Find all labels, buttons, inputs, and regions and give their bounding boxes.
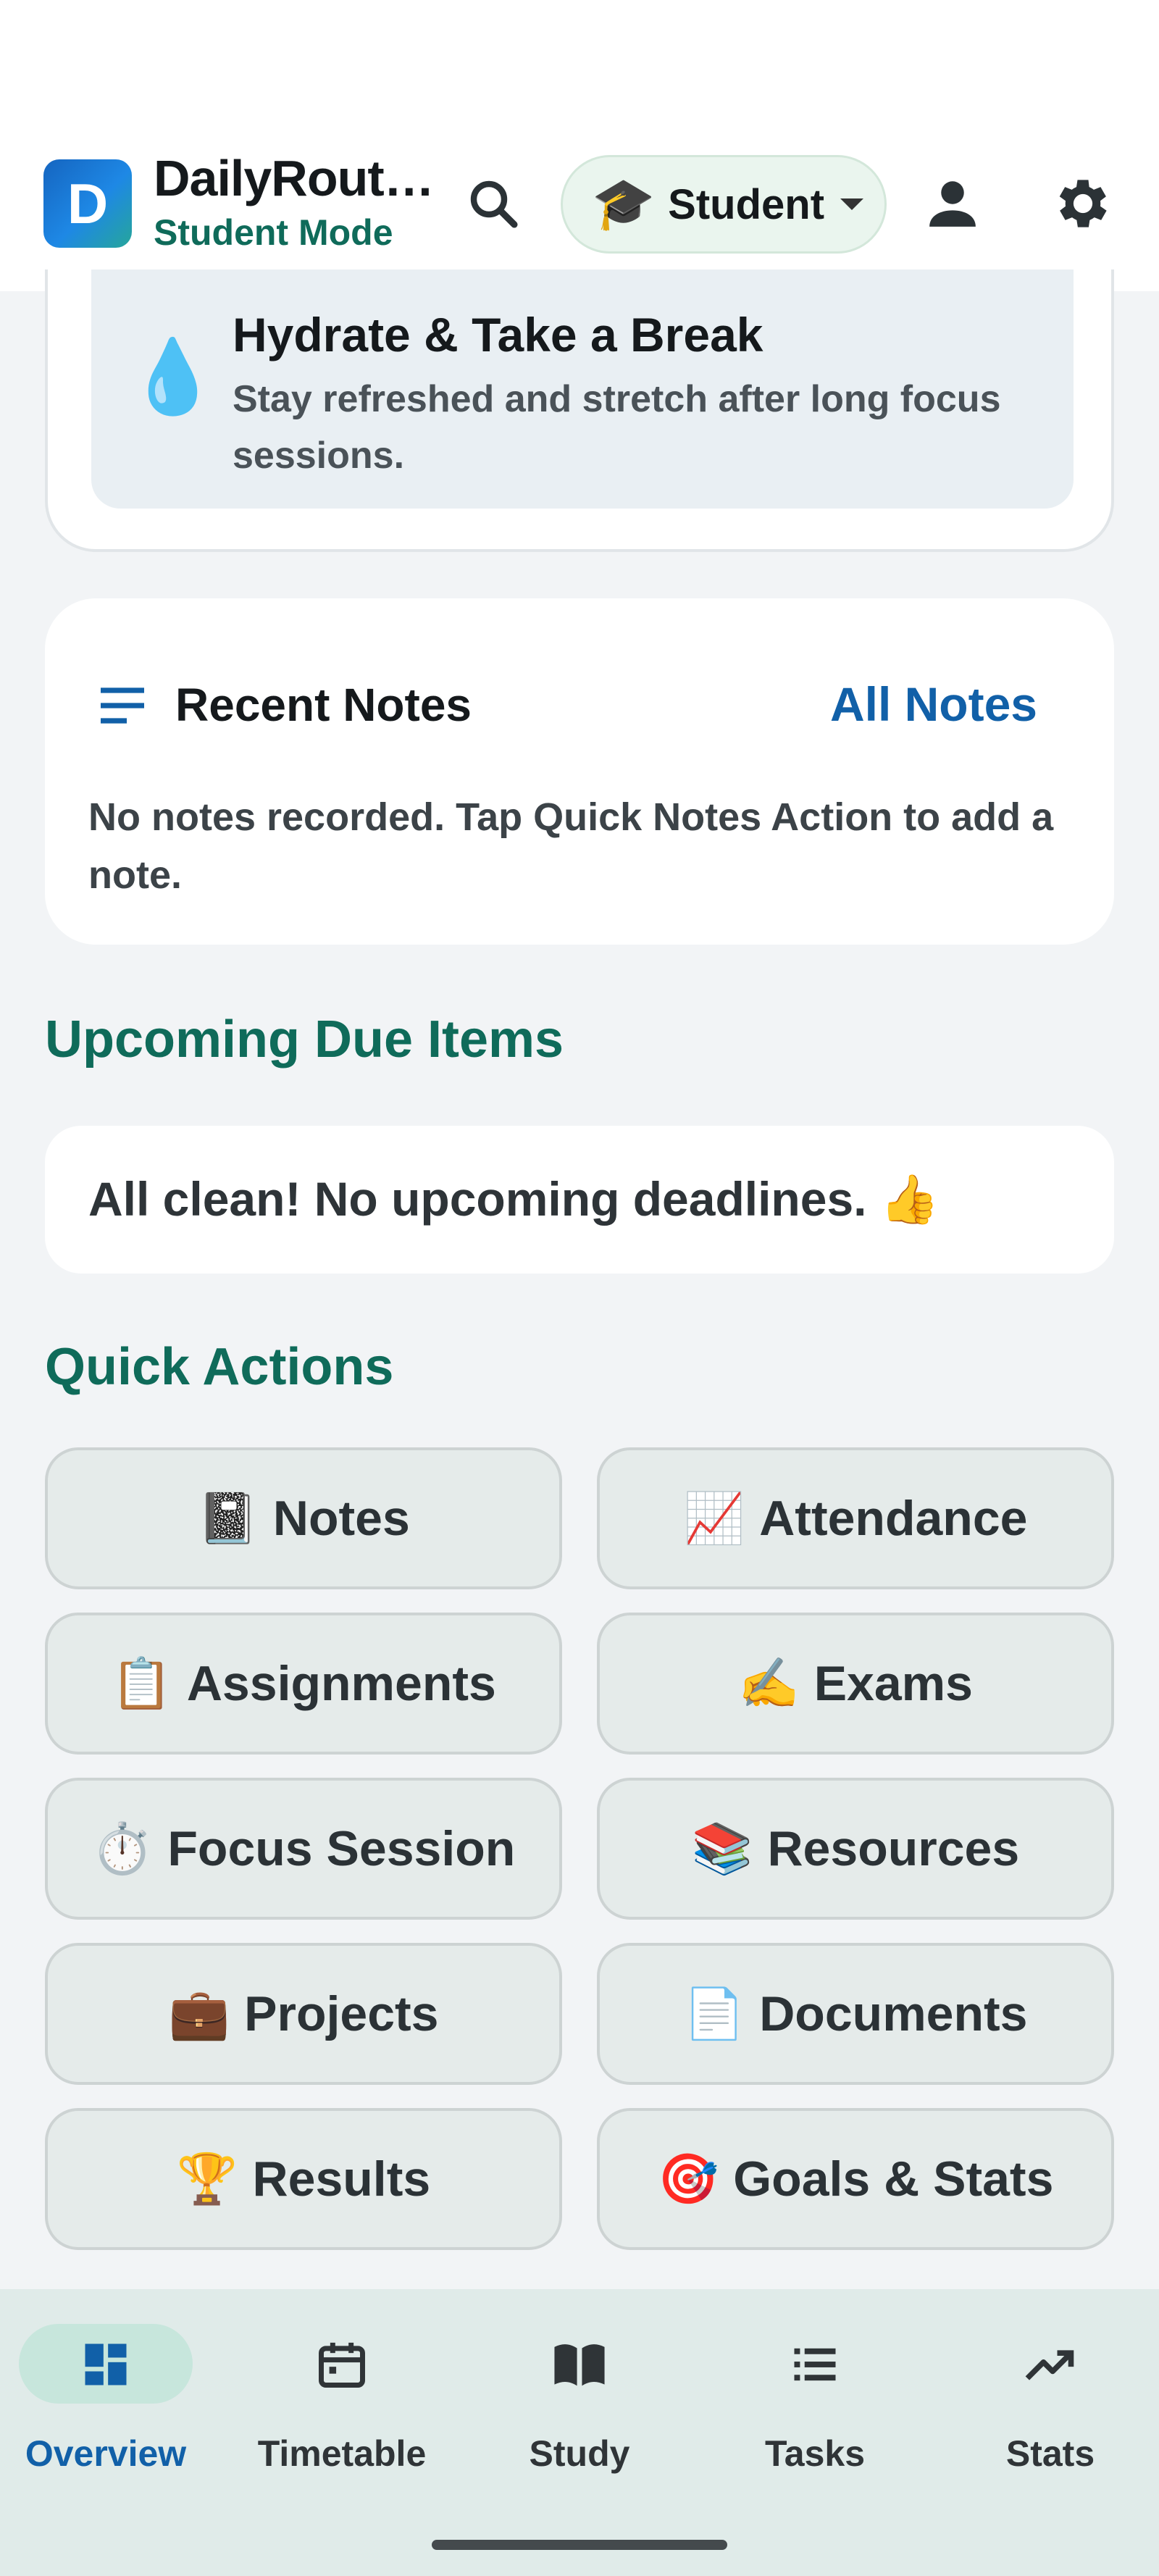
books-icon: 📚 <box>691 1821 753 1876</box>
quick-actions-heading: Quick Actions <box>45 1338 394 1396</box>
quick-action-label: Notes <box>272 1491 410 1546</box>
nav-timetable[interactable]: Timetable <box>240 2324 443 2505</box>
writing-hand-icon: ✍️ <box>738 1656 800 1711</box>
quick-action-attendance[interactable]: 📈 Attendance <box>597 1447 1114 1589</box>
quick-action-label: Assignments <box>186 1656 496 1711</box>
recent-notes-title: Recent Notes <box>175 679 472 731</box>
nav-label: Tasks <box>764 2433 866 2474</box>
tip-banner: 💧 Hydrate & Take a Break Stay refreshed … <box>91 269 1074 509</box>
nav-tasks[interactable]: Tasks <box>714 2324 916 2505</box>
tip-card: 💧 Hydrate & Take a Break Stay refreshed … <box>45 269 1114 552</box>
nav-label: Study <box>529 2433 630 2474</box>
mode-chip-label: Student <box>668 180 825 228</box>
gear-icon[interactable] <box>1050 171 1116 236</box>
clipboard-icon: 📋 <box>111 1656 172 1711</box>
notes-empty-text: No notes recorded. Tap Quick Notes Actio… <box>88 795 1054 897</box>
notes-lines-icon <box>101 687 144 724</box>
nav-label: Overview <box>25 2433 187 2474</box>
nav-label: Stats <box>1005 2433 1095 2474</box>
dropdown-caret-icon <box>840 198 864 210</box>
app-logo: D <box>43 159 132 248</box>
quick-action-focus-session[interactable]: ⏱️ Focus Session <box>45 1778 562 1920</box>
all-notes-link[interactable]: All Notes <box>830 677 1037 732</box>
nav-stats[interactable]: Stats <box>949 2324 1152 2505</box>
document-icon: 📄 <box>683 1986 745 2041</box>
tip-title: Hydrate & Take a Break <box>233 308 763 361</box>
quick-action-label: Documents <box>759 1986 1028 2041</box>
notebook-icon: 📓 <box>197 1491 259 1546</box>
nav-label: Timetable <box>257 2433 427 2474</box>
quick-action-goals-stats[interactable]: 🎯 Goals & Stats <box>597 2108 1114 2250</box>
quick-action-label: Resources <box>767 1821 1020 1876</box>
quick-action-assignments[interactable]: 📋 Assignments <box>45 1613 562 1755</box>
mode-switcher[interactable]: 🎓 Student <box>561 155 887 254</box>
chart-up-icon: 📈 <box>683 1491 745 1546</box>
recent-notes-card: Recent Notes All Notes No notes recorded… <box>45 598 1114 945</box>
book-icon <box>554 2344 605 2386</box>
trending-up-icon <box>1025 2350 1074 2380</box>
target-icon: 🎯 <box>657 2151 719 2207</box>
list-icon <box>794 2348 836 2381</box>
stopwatch-icon: ⏱️ <box>91 1821 154 1876</box>
quick-action-exams[interactable]: ✍️ Exams <box>597 1613 1114 1755</box>
dashboard-icon <box>85 2343 127 2385</box>
quick-action-notes[interactable]: 📓 Notes <box>45 1447 562 1589</box>
upcoming-empty-text: All clean! No upcoming deadlines. 👍 <box>88 1172 940 1226</box>
quick-action-label: Goals & Stats <box>733 2151 1054 2207</box>
quick-action-label: Focus Session <box>167 1821 516 1876</box>
quick-action-documents[interactable]: 📄 Documents <box>597 1943 1114 2085</box>
quick-action-resources[interactable]: 📚 Resources <box>597 1778 1114 1920</box>
quick-action-label: Attendance <box>759 1491 1028 1546</box>
search-icon[interactable] <box>464 174 524 235</box>
trophy-icon: 🏆 <box>176 2151 238 2207</box>
quick-action-projects[interactable]: 💼 Projects <box>45 1943 562 2085</box>
water-drop-icon: 💧 <box>127 336 218 417</box>
quick-action-results[interactable]: 🏆 Results <box>45 2108 562 2250</box>
mode-subtitle: Student Mode <box>154 212 393 253</box>
status-bar <box>0 0 1159 130</box>
tip-text: Stay refreshed and stretch after long fo… <box>233 378 1001 477</box>
briefcase-icon: 💼 <box>168 1986 230 2041</box>
graduation-cap-icon: 🎓 <box>592 175 656 232</box>
quick-action-label: Projects <box>244 1986 439 2041</box>
quick-actions-grid: 📓 Notes 📈 Attendance 📋 Assignments ✍️ Exams … <box>45 1447 1114 2250</box>
upcoming-heading: Upcoming Due Items <box>45 1011 564 1069</box>
nav-study[interactable]: Study <box>478 2324 681 2505</box>
calendar-icon <box>319 2342 365 2388</box>
quick-action-label: Results <box>252 2151 431 2207</box>
app-title: DailyRout… <box>154 150 435 206</box>
nav-overview[interactable]: Overview <box>4 2324 207 2505</box>
home-indicator[interactable] <box>432 2540 727 2550</box>
app-bar: D DailyRout… Student Mode 🎓 Student <box>0 130 1159 291</box>
person-icon[interactable] <box>920 171 985 236</box>
quick-action-label: Exams <box>813 1656 973 1711</box>
bottom-navigation: Overview Timetable Study Tasks Stats <box>0 2289 1159 2576</box>
upcoming-due-card: All clean! No upcoming deadlines. 👍 <box>45 1126 1114 1274</box>
